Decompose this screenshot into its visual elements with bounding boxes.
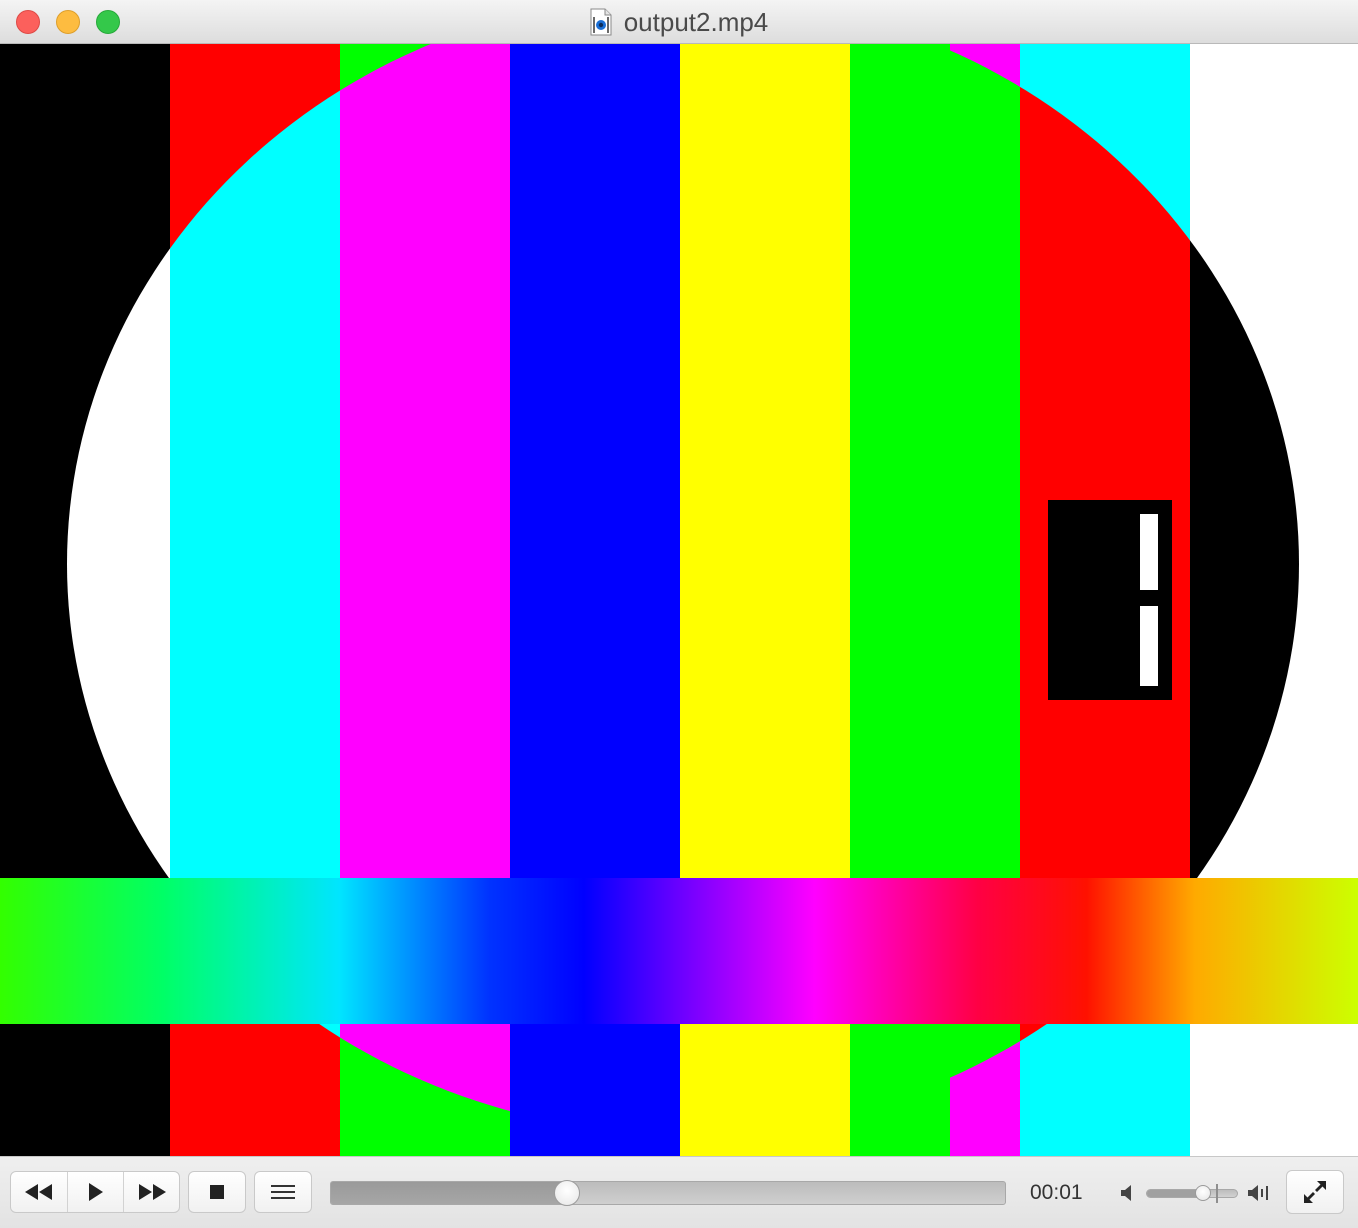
fullscreen-button[interactable]	[1286, 1170, 1344, 1214]
volume-handle[interactable]	[1195, 1185, 1211, 1201]
playlist-button[interactable]	[255, 1172, 311, 1212]
volume-tick-mark	[1216, 1184, 1218, 1203]
play-icon	[88, 1183, 103, 1201]
vlc-player-window: output2.mp4 00:01	[0, 0, 1358, 1228]
seek-bar[interactable]	[330, 1180, 1006, 1206]
playlist-icon	[271, 1185, 295, 1199]
window-title: output2.mp4	[623, 6, 769, 37]
rewind-icon	[25, 1184, 52, 1200]
rewind-button[interactable]	[11, 1172, 67, 1212]
stop-icon	[210, 1185, 224, 1199]
elapsed-time: 00:01	[1030, 1181, 1083, 1204]
video-frame[interactable]	[0, 44, 1358, 1156]
movie-file-icon	[590, 8, 612, 36]
transport-buttons	[10, 1171, 180, 1213]
color-bar-test-pattern	[0, 44, 1358, 1156]
volume-high-icon[interactable]	[1247, 1182, 1273, 1204]
volume-slider[interactable]	[1146, 1189, 1238, 1198]
play-button[interactable]	[67, 1172, 123, 1212]
seek-progress	[331, 1182, 567, 1204]
fast-forward-button[interactable]	[123, 1172, 179, 1212]
seek-handle[interactable]	[554, 1180, 580, 1206]
spectrum-band	[0, 878, 1358, 1024]
time-marker-box	[1048, 500, 1172, 700]
playlist-button-group	[254, 1171, 312, 1213]
title-bar[interactable]: output2.mp4	[0, 0, 1358, 44]
volume-low-icon[interactable]	[1120, 1182, 1136, 1204]
fast-forward-icon	[138, 1184, 166, 1200]
stop-button[interactable]	[189, 1172, 245, 1212]
fullscreen-icon	[1304, 1181, 1326, 1203]
stop-button-group	[188, 1171, 246, 1213]
